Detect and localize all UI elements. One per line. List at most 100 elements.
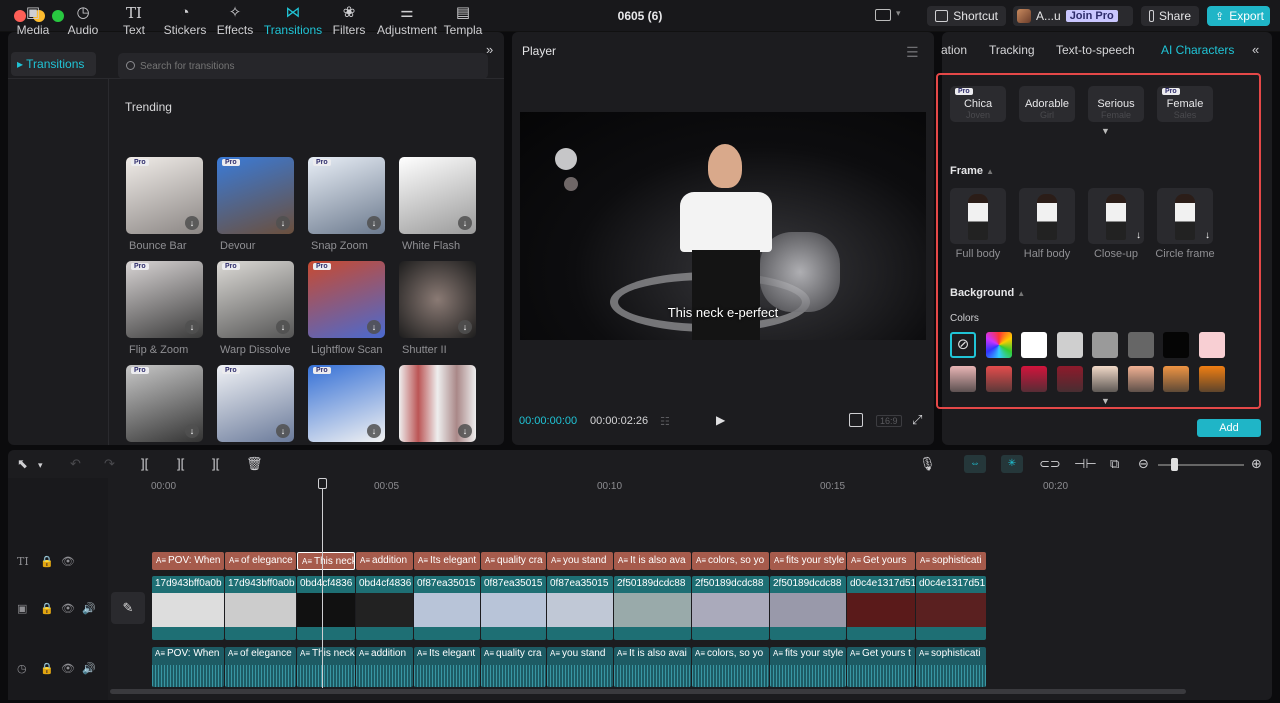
transition-thumbnail[interactable]: Pro ↓ (217, 365, 294, 442)
search-input[interactable] (118, 53, 488, 79)
playhead-handle[interactable] (318, 478, 327, 489)
expand-voices-chevron-icon[interactable]: ▼ (1101, 126, 1110, 136)
tool-text[interactable]: TI Text (106, 3, 162, 43)
color-swatch[interactable] (1092, 366, 1118, 392)
shortcut-button[interactable]: Shortcut (927, 6, 1006, 26)
audio-clip[interactable]: A≡ colors, so yo (692, 647, 769, 687)
user-account-button[interactable]: A...u Join Pro (1013, 6, 1133, 26)
transition-thumbnail[interactable]: ↓ (399, 261, 476, 338)
color-swatch[interactable] (1092, 332, 1118, 358)
transition-thumbnail[interactable]: Pro ↓ (217, 157, 294, 234)
video-clip[interactable]: 17d943bff0a0b (152, 576, 224, 640)
frame-option[interactable]: ↓ (1088, 188, 1144, 244)
tool-transitions[interactable]: ⋈ Transitions (262, 3, 324, 43)
video-clip[interactable]: 0f87ea35015 (547, 576, 613, 640)
color-swatch[interactable] (1198, 366, 1225, 392)
video-clip[interactable]: 17d943bff0a0b (225, 576, 296, 640)
collapse-panel-icon[interactable]: « (1252, 42, 1259, 57)
delete-icon[interactable]: 🗑 (246, 456, 263, 472)
download-icon[interactable]: ↓ (276, 424, 290, 438)
download-icon[interactable]: ↓ (367, 320, 381, 334)
text-clip[interactable]: A≡ sophisticati (916, 552, 986, 570)
split-icon[interactable]: ][ (141, 456, 148, 471)
video-clip[interactable]: 2f50189dcdc88 (770, 576, 846, 640)
color-swatch[interactable] (950, 366, 976, 392)
select-tool-icon[interactable]: ⬉ (17, 456, 28, 472)
timeline-markers-icon[interactable]: ☷ (660, 415, 670, 428)
screenshot-icon[interactable] (849, 413, 863, 427)
microphone-icon[interactable]: 🎙 (919, 456, 936, 472)
download-icon[interactable]: ↓ (1205, 230, 1210, 241)
eye-icon[interactable]: 👁 (61, 555, 75, 568)
chevron-up-icon[interactable]: ▲ (1017, 289, 1025, 298)
audio-clip[interactable]: A≡ sophisticati (916, 647, 986, 687)
download-icon[interactable]: ↓ (458, 424, 472, 438)
snap-icon[interactable]: ✳ (1001, 455, 1023, 473)
split-left-icon[interactable]: ][ (177, 456, 184, 471)
voice-serious[interactable]: Serious Female (1088, 86, 1144, 122)
download-icon[interactable]: ↓ (185, 320, 199, 334)
fullscreen-icon[interactable]: ⤢ (912, 412, 922, 428)
video-clip[interactable]: 2f50189dcdc88 (614, 576, 691, 640)
share-button[interactable]: Share (1141, 6, 1199, 26)
screen-icon[interactable]: ⧉ (1110, 456, 1119, 472)
text-clip[interactable]: A≡ fits your style (770, 552, 846, 570)
tool-media[interactable]: ▣ Media (5, 3, 61, 43)
magnet-icon[interactable]: ⇔ (964, 455, 986, 473)
tool-adjustment[interactable]: ⚌ Adjustment (376, 3, 438, 43)
download-icon[interactable]: ↓ (185, 424, 199, 438)
transition-thumbnail[interactable]: ↓ (399, 157, 476, 234)
download-icon[interactable]: ↓ (276, 216, 290, 230)
zoom-in-icon[interactable]: ⊕ (1251, 456, 1262, 472)
sidebar-item-transitions[interactable]: ▸ Transitions (11, 52, 96, 76)
join-pro-badge[interactable]: Join Pro (1065, 10, 1118, 22)
tool-templates[interactable]: ▤ Templa (438, 3, 488, 43)
voice-chica[interactable]: Pro Chica Joven (950, 86, 1006, 122)
link-icon[interactable]: ⊂⊃ (1039, 456, 1061, 472)
frame-option[interactable]: ↓ (1157, 188, 1213, 244)
speaker-icon[interactable]: 🔊 (82, 662, 96, 675)
tab-ai-characters[interactable]: AI Characters (1161, 43, 1234, 57)
speaker-icon[interactable]: 🔊 (82, 602, 96, 615)
color-swatch[interactable] (1056, 332, 1083, 358)
transition-thumbnail[interactable]: Pro ↓ (126, 365, 203, 442)
audio-clip[interactable]: A≡ It is also avai (614, 647, 691, 687)
tool-effects[interactable]: ✧ Effects (207, 3, 263, 43)
voice-female[interactable]: Pro Female Sales (1157, 86, 1213, 122)
video-clip[interactable]: d0c4e1317d51 (916, 576, 986, 640)
text-clip[interactable]: A≡ Get yours (847, 552, 915, 570)
layout-icon[interactable] (875, 9, 891, 21)
redo-icon[interactable]: ↷ (104, 456, 115, 472)
text-clip[interactable]: A≡ addition (356, 552, 413, 570)
video-clip[interactable]: 0f87ea35015 (481, 576, 546, 640)
text-clip[interactable]: A≡ POV: When (152, 552, 224, 570)
chevron-down-icon[interactable]: ▾ (38, 460, 43, 471)
audio-clip[interactable]: A≡ This neck (297, 647, 355, 687)
color-swatch[interactable] (1163, 332, 1189, 358)
tab-text-to-speech[interactable]: Text-to-speech (1056, 43, 1135, 57)
download-icon[interactable]: ↓ (185, 216, 199, 230)
frame-option[interactable] (950, 188, 1006, 244)
transition-thumbnail[interactable]: Pro ↓ (126, 261, 203, 338)
download-icon[interactable]: ↓ (276, 320, 290, 334)
download-icon[interactable]: ↓ (1136, 230, 1141, 241)
color-swatch[interactable] (1127, 332, 1154, 358)
tab-animation[interactable]: ation (941, 43, 967, 57)
zoom-out-icon[interactable]: ⊖ (1138, 456, 1149, 472)
download-icon[interactable]: ↓ (458, 216, 472, 230)
tool-audio[interactable]: ◷ Audio (55, 3, 111, 43)
audio-clip[interactable]: A≡ fits your style (770, 647, 846, 687)
lock-icon[interactable]: 🔒 (40, 555, 54, 568)
add-button[interactable]: Add (1197, 419, 1261, 437)
audio-clip[interactable]: A≡ you stand (547, 647, 613, 687)
color-swatch[interactable] (1127, 366, 1154, 392)
playhead[interactable] (322, 478, 323, 688)
chevron-down-icon[interactable]: ▾ (896, 8, 901, 19)
video-clip[interactable]: 2f50189dcdc88 (692, 576, 769, 640)
eye-icon[interactable]: 👁 (61, 662, 75, 675)
video-clip[interactable]: 0f87ea35015 (414, 576, 480, 640)
color-swatch[interactable] (1198, 332, 1225, 358)
transition-thumbnail[interactable]: Pro ↓ (308, 261, 385, 338)
lock-icon[interactable]: 🔒 (40, 602, 54, 615)
text-clip[interactable]: A≡ of elegance (225, 552, 296, 570)
